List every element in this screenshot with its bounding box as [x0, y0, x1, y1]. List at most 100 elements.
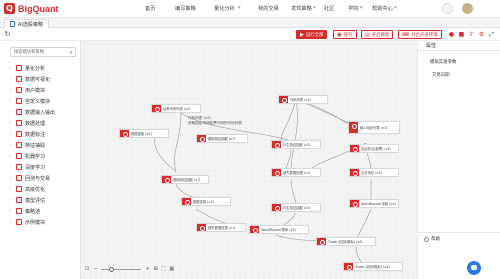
tab-ai-strategy[interactable]: AI选股策略 [4, 19, 49, 28]
open-tutorial-button[interactable]: ▤ 开启教程 [361, 30, 394, 39]
module-icon [272, 204, 281, 211]
nav-discover-strategy[interactable]: 发现策略 [291, 5, 312, 12]
nav-community[interactable]: 社区 [324, 5, 334, 12]
node-missing-data-1[interactable]: 缺失数据处理 (v1) [271, 168, 321, 177]
folder-icon [16, 131, 22, 137]
module-search[interactable]: ⌕ [10, 47, 76, 57]
node-code-list[interactable]: 代码列表 (v3) [278, 95, 328, 104]
chevron-right-icon: › [9, 197, 11, 203]
tab-label: AI选股策略 [18, 21, 43, 28]
node-merge-features[interactable]: 合并特征 (v3) [349, 168, 399, 177]
help-section[interactable]: 帮助 [424, 236, 440, 242]
node-stock-list[interactable]: 证券代码列表 (v2) [151, 104, 201, 113]
node-auto-label[interactable]: 自动标注(股票) (v2) [349, 144, 399, 153]
node-data-extract[interactable]: 数据抽取 (v2) [119, 129, 169, 138]
logo[interactable]: Q BigQuant [4, 3, 59, 14]
chevron-down-icon: ▾ [313, 5, 316, 11]
search-input[interactable] [11, 48, 65, 56]
notification-icon[interactable] [442, 3, 453, 14]
module-item-processing[interactable]: › 数据处理 [9, 118, 79, 128]
module-item-visualization[interactable]: › 数据可视化 [9, 74, 79, 84]
node-derived-features[interactable]: 衍生特征抽取 (v3) [271, 140, 321, 149]
tab-bar: AI选股策略 [0, 18, 500, 28]
chevron-right-icon: › [9, 87, 11, 93]
module-item-features[interactable]: › 特征抽取 [9, 140, 79, 150]
nav-my-trading[interactable]: 我的交易 [258, 5, 279, 12]
node-tooltip: 代码列表 (v2) 获取指定市场股票代码的代码列表 [188, 116, 242, 125]
node-trade-output[interactable]: Trade (回测/模拟) (v4) [343, 262, 403, 271]
book-icon: ▤ [365, 31, 370, 38]
avatar[interactable] [462, 3, 473, 14]
node-data-join[interactable]: 数据连接 (v3) [181, 197, 231, 206]
module-icon [349, 122, 358, 133]
node-basic-features-2[interactable]: 基础特征抽取 (v7) [161, 175, 209, 184]
record-icon[interactable]: ● [448, 31, 455, 38]
module-item-io[interactable]: › 数据输入输出 [9, 107, 79, 117]
module-icon [317, 238, 326, 245]
folder-icon [16, 87, 22, 93]
folder-icon [16, 65, 22, 71]
module-item-backtest[interactable]: › 回测与交易 [9, 173, 79, 183]
layout-icon[interactable]: ▦ [169, 266, 174, 272]
node-trade[interactable]: Trade (回测/模拟) (v4) [316, 237, 376, 246]
folder-icon [16, 164, 22, 170]
nav-home[interactable]: 首页 [145, 5, 155, 12]
document-icon [10, 21, 15, 27]
chevron-right-icon: › [9, 219, 11, 225]
refresh-icon[interactable]: ↻ [4, 31, 11, 38]
zoom-slider[interactable] [101, 266, 142, 272]
fit-view-icon[interactable]: ⊡ [85, 266, 89, 272]
zoom-slider-handle[interactable] [109, 266, 115, 272]
module-item-user[interactable]: › 用户模块 [9, 85, 79, 95]
nav-academy[interactable]: 学院 [348, 5, 358, 12]
screenshot-icon[interactable]: ⊞ [154, 266, 158, 272]
divider [418, 232, 500, 233]
module-item-labeling[interactable]: › 数据标注 [9, 129, 79, 139]
folder-icon [16, 219, 22, 225]
module-icon [272, 141, 281, 148]
open-dev-env-button[interactable]: ⌨ 开启开发环境 [398, 30, 442, 39]
chevron-down-icon: ▾ [238, 5, 241, 11]
fullscreen-canvas-icon[interactable]: ⛶ [162, 266, 166, 272]
zoom-out-button[interactable]: − [93, 266, 97, 272]
nav-write-strategy[interactable]: 编写策略 [175, 5, 196, 12]
save-icon: ▣ [337, 31, 342, 38]
module-item-quant-analysis[interactable]: › 量化分析 [9, 63, 79, 73]
nav-help-center[interactable]: 帮助中心 [372, 5, 393, 12]
save-button[interactable]: ▣ 保存 [333, 30, 357, 39]
share-icon[interactable]: ⇪ [468, 31, 475, 38]
node-missing-data-2[interactable]: 缺失数据处理 (v1) [196, 223, 246, 232]
fullscreen-icon[interactable]: ⤢ [488, 31, 495, 38]
node-basic-features[interactable]: 基础特征抽取 (v7) [196, 134, 248, 143]
settings-icon[interactable]: ⚙ [478, 31, 485, 38]
node-derived-features-2[interactable]: 衍生特征抽取 (v3) [271, 203, 321, 212]
zoom-in-button[interactable]: + [145, 266, 149, 272]
chat-icon[interactable] [467, 261, 481, 275]
run-all-button[interactable]: ▶ 运行全部 [296, 30, 328, 39]
trade-date-label[interactable]: 交易日期 [432, 72, 450, 78]
node-stockranker-predict[interactable]: StockRanker预测 (v5) [249, 225, 309, 234]
chevron-right-icon: › [9, 164, 11, 170]
node-stockranker-train[interactable]: StockRanker训练 (v5) [349, 199, 399, 208]
module-item-examples[interactable]: › 示例模块 [9, 217, 79, 227]
search-icon[interactable]: ⌕ [70, 49, 73, 57]
nav-quant-analysis[interactable]: 量化分析 [214, 5, 235, 12]
module-icon [344, 263, 353, 270]
workflow-canvas[interactable]: 证券代码列表 (v2) 代码列表 (v3) 输入特征列表 (v3) 数据抽取 (… [81, 41, 417, 279]
module-item-evaluation[interactable]: › 模型评估 [9, 195, 79, 205]
module-item-ml[interactable]: › 机器学习 [9, 151, 79, 161]
module-item-optimization[interactable]: › 高级优化 [9, 184, 79, 194]
chevron-right-icon: › [9, 109, 11, 115]
properties-panel: 属性 模拟实盘参数 交易日期 帮助 [417, 41, 500, 279]
module-panel: ⌕ ›量化分析 ›数据可视化 ›用户模块 ›自定义模块 ›数据输入输出 ›数据处… [0, 41, 81, 279]
folder-icon [16, 208, 22, 214]
stop-icon[interactable]: ■ [458, 31, 465, 38]
logo-text: BigQuant [18, 3, 59, 14]
module-item-dl[interactable]: › 深度学习 [9, 162, 79, 172]
module-item-custom[interactable]: › 自定义模块 [9, 96, 79, 106]
chevron-right-icon: › [9, 65, 11, 71]
node-feature-list[interactable]: 输入特征列表 (v3) [348, 121, 400, 134]
chevron-right-icon: › [9, 142, 11, 148]
module-item-strategy-pool[interactable]: › 策略池 [9, 206, 79, 216]
code-icon: ⌨ [402, 31, 410, 38]
